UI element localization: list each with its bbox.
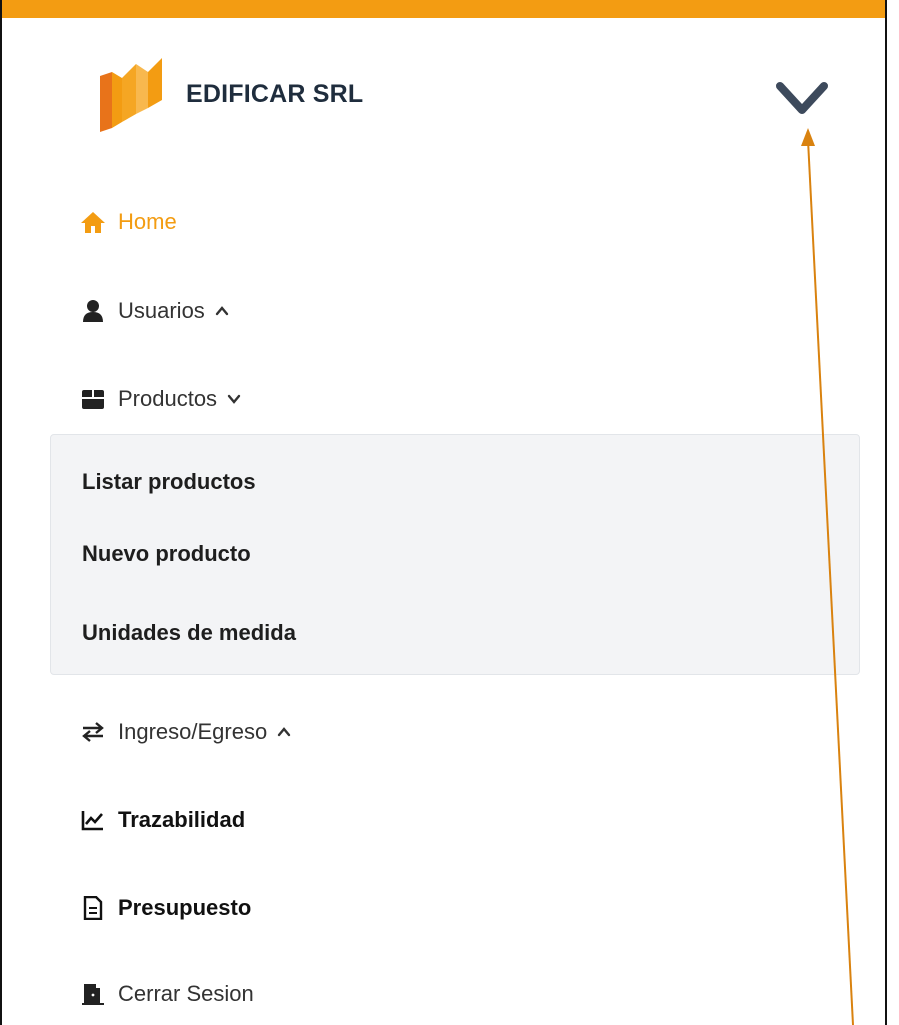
- nav-item-usuarios[interactable]: Usuarios: [80, 293, 229, 329]
- nav-item-label: Home: [118, 209, 177, 234]
- nav-item-label: Presupuesto: [118, 895, 252, 920]
- chevron-down-icon: [776, 82, 828, 114]
- exchange-icon: [80, 719, 106, 745]
- box-icon: [80, 386, 106, 412]
- nav-item-cerrar-sesion[interactable]: Cerrar Sesion: [80, 976, 254, 1012]
- nav-item-label: Trazabilidad: [118, 807, 246, 832]
- submenu-item-unidades-de-medida[interactable]: Unidades de medida: [82, 617, 296, 649]
- door-icon: [80, 981, 106, 1007]
- home-icon: [80, 209, 106, 235]
- top-accent-bar: [2, 0, 885, 18]
- user-icon: [80, 298, 106, 324]
- nav-item-presupuesto[interactable]: Presupuesto: [80, 890, 251, 926]
- submenu-item-listar-productos[interactable]: Listar productos: [82, 466, 256, 498]
- chevron-up-icon: [277, 725, 291, 739]
- nav-item-label: Cerrar Sesion: [118, 981, 254, 1006]
- submenu-item-nuevo-producto[interactable]: Nuevo producto: [82, 538, 251, 570]
- productos-submenu: Listar productos Nuevo producto Unidades…: [50, 434, 860, 675]
- document-icon: [80, 895, 106, 921]
- brand[interactable]: EDIFICAR SRL: [98, 56, 363, 132]
- nav-item-label: Ingreso/Egreso: [118, 719, 268, 744]
- sidebar-toggle-button[interactable]: [774, 78, 830, 118]
- nav-item-ingreso-egreso[interactable]: Ingreso/Egreso: [80, 714, 291, 750]
- sidebar: EDIFICAR SRL Home Usuarios Productos Lis…: [0, 0, 887, 1025]
- nav-item-label: Productos: [118, 386, 218, 411]
- nav-item-trazabilidad[interactable]: Trazabilidad: [80, 802, 245, 838]
- nav-item-productos[interactable]: Productos: [80, 381, 241, 417]
- chart-line-icon: [80, 807, 106, 833]
- nav-item-home[interactable]: Home: [80, 204, 177, 240]
- brand-name: EDIFICAR SRL: [186, 79, 364, 108]
- chevron-up-icon: [215, 304, 229, 318]
- nav-item-label: Usuarios: [118, 298, 205, 323]
- brand-logo: [100, 58, 162, 132]
- chevron-down-icon: [227, 392, 241, 406]
